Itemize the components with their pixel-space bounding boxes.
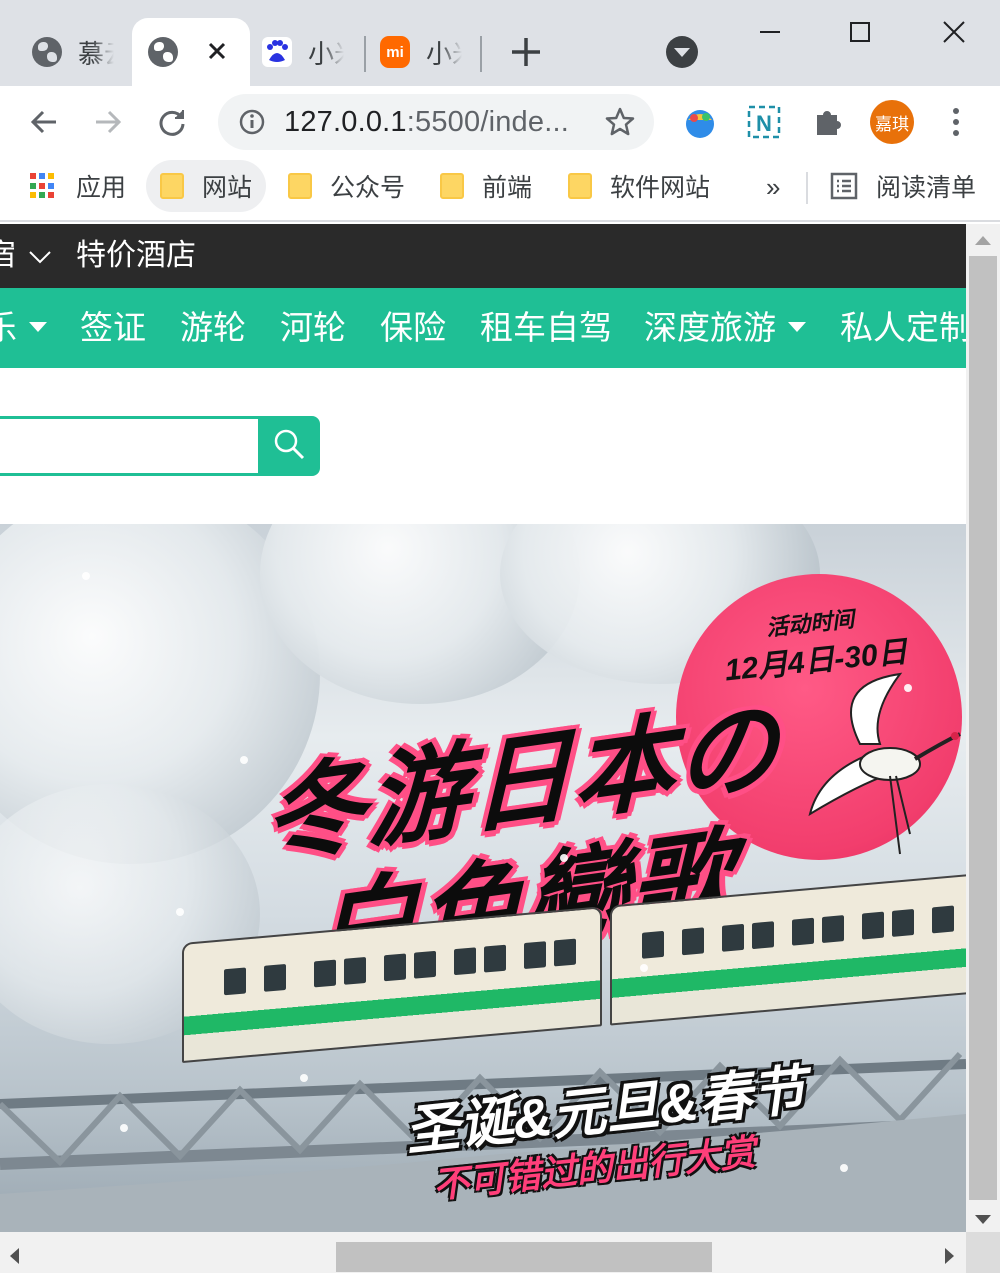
snowflake [904, 684, 912, 692]
tab-1[interactable]: 慕云 [14, 18, 124, 86]
snowflake [176, 908, 184, 916]
horizontal-scroll-thumb[interactable] [336, 1242, 712, 1272]
site-search [0, 416, 320, 476]
scrollbar-corner [966, 1232, 1000, 1273]
folder-icon [440, 173, 464, 199]
snowflake [120, 1124, 128, 1132]
tab-title: 小米 [308, 38, 344, 69]
bookmarks-divider [806, 172, 808, 204]
new-tab-button[interactable] [508, 34, 544, 70]
scroll-left-arrow-icon[interactable] [10, 1248, 19, 1264]
baidu-icon [262, 37, 292, 67]
folder-icon [160, 173, 184, 199]
folder-icon [568, 173, 592, 199]
tab-separator [364, 36, 366, 72]
url-text[interactable]: 127.0.0.1:5500/inde... [284, 106, 569, 139]
maximize-button[interactable] [830, 10, 890, 54]
nav-item-car-rental[interactable]: 租车自驾 [480, 288, 612, 368]
bookmark-label: 前端 [482, 174, 533, 202]
search-button[interactable] [258, 416, 320, 476]
close-tab-icon[interactable] [204, 38, 230, 69]
bookmark-label: 应用 [76, 174, 127, 202]
tab-title: 小米 [426, 38, 462, 69]
minimize-button[interactable] [740, 10, 800, 54]
nav-item-insurance[interactable]: 保险 [380, 288, 446, 368]
nav-item-custom-tour[interactable]: 私人定制 [840, 288, 966, 368]
globe-icon [32, 37, 62, 67]
nav-item-deep-travel[interactable]: 深度旅游 [644, 288, 806, 368]
reading-list-button[interactable]: 阅读清单 [816, 160, 990, 212]
tab-4[interactable]: mi 小米 [380, 18, 480, 86]
globe-icon [148, 37, 178, 67]
scroll-down-arrow-icon[interactable] [975, 1215, 991, 1224]
bookmark-folder-software[interactable]: 软件网站 [554, 160, 724, 212]
reading-list-label: 阅读清单 [876, 174, 977, 202]
topbar-item-lodging[interactable]: 宿 [0, 224, 52, 288]
snowflake [840, 1164, 848, 1172]
reading-list-icon [830, 172, 858, 200]
bookmark-star-icon[interactable] [604, 106, 636, 143]
profile-avatar[interactable]: 嘉琪 [870, 100, 914, 144]
snowflake [300, 1074, 308, 1082]
horizontal-scrollbar[interactable] [0, 1232, 966, 1273]
tab-active[interactable] [132, 18, 250, 86]
svg-text:N: N [756, 111, 772, 136]
bookmark-folder-frontend[interactable]: 前端 [426, 160, 546, 212]
address-bar[interactable]: 127.0.0.1:5500/inde... [218, 94, 654, 150]
scroll-up-arrow-icon[interactable] [975, 236, 991, 245]
caret-down-icon [788, 322, 806, 333]
close-window-button[interactable] [924, 10, 984, 54]
nav-item-cruise[interactable]: 游轮 [180, 288, 246, 368]
snowflake [82, 572, 90, 580]
snowflake [240, 756, 248, 764]
bookmark-folder-website[interactable]: 网站 [146, 160, 267, 212]
bookmark-label: 公众号 [330, 174, 406, 202]
mi-icon: mi [380, 36, 410, 68]
caret-down-icon [29, 322, 47, 333]
chevron-down-icon [29, 251, 52, 264]
nav-item-visa[interactable]: 签证 [80, 288, 146, 368]
back-button[interactable] [22, 100, 66, 144]
promo-banner[interactable]: 活动时间 12月4日-30日 冬游日本の 白色戀歌 圣诞&元旦&春节 不可错过的… [0, 524, 966, 1232]
apps-grid-icon [30, 173, 56, 199]
tab-strip: 慕云 小米 mi 小米 [0, 0, 1000, 86]
nav-item-river-cruise[interactable]: 河轮 [280, 288, 346, 368]
tab-title: 慕云 [78, 38, 114, 69]
snowflake [640, 964, 648, 972]
reload-button[interactable] [150, 100, 194, 144]
tab-3[interactable]: 小米 [262, 18, 362, 86]
menu-kebab-icon[interactable] [936, 102, 976, 142]
bookmark-apps[interactable]: 应用 [16, 160, 140, 212]
site-top-bar: 宿 特价酒店 [0, 224, 966, 288]
web-page: 宿 特价酒店 乐 签证 游轮 河轮 保险 租车自驾 深度旅游 私人定制 活动时间… [0, 224, 966, 1232]
extension-n-icon[interactable]: N [744, 102, 784, 142]
bookmark-folder-official-account[interactable]: 公众号 [274, 160, 419, 212]
scroll-right-arrow-icon[interactable] [945, 1248, 954, 1264]
vertical-scroll-thumb[interactable] [969, 256, 997, 1200]
bookmark-label: 网站 [202, 174, 253, 202]
bookmark-label: 软件网站 [610, 174, 711, 202]
search-input[interactable] [0, 416, 260, 476]
site-main-nav: 乐 签证 游轮 河轮 保险 租车自驾 深度旅游 私人定制 [0, 288, 966, 368]
tab-separator [480, 36, 482, 72]
folder-icon [288, 173, 312, 199]
extensions-puzzle-icon[interactable] [808, 102, 848, 142]
bookmarks-bar: 应用 网站 公众号 前端 软件网站 » 阅读清单 [0, 158, 1000, 222]
extension-colorful-icon[interactable] [680, 102, 720, 142]
crane-illustration [800, 664, 966, 869]
nav-item-entertainment[interactable]: 乐 [0, 288, 47, 368]
site-info-icon[interactable] [238, 108, 266, 141]
topbar-item-hotel-deals[interactable]: 特价酒店 [76, 224, 196, 288]
tab-search-icon[interactable] [666, 36, 698, 68]
browser-toolbar: 127.0.0.1:5500/inde... N 嘉琪 [0, 86, 1000, 158]
search-icon [271, 426, 307, 467]
bookmarks-overflow-button[interactable]: » [766, 172, 780, 203]
snowflake [560, 854, 568, 862]
vertical-scrollbar[interactable] [966, 224, 1000, 1232]
forward-button[interactable] [86, 100, 130, 144]
